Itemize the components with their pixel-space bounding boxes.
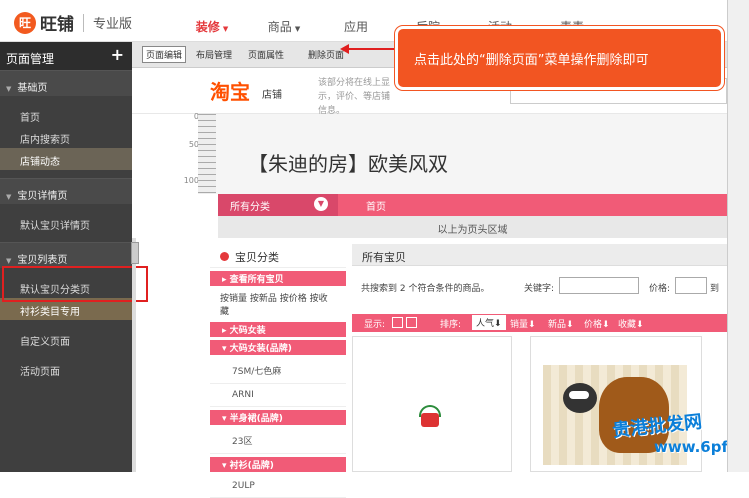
sort-sales[interactable]: 销量⬇ — [510, 317, 536, 330]
taobao-logo: 淘宝 — [210, 80, 250, 104]
edition-label: 专业版 — [93, 17, 133, 32]
items-title: 所有宝贝 — [352, 244, 727, 266]
add-page-button[interactable]: + — [111, 45, 124, 64]
callout-arrow — [346, 48, 398, 50]
view-all-items[interactable]: ▸ 查看所有宝贝 — [210, 271, 346, 286]
collapse-icon: ▼ — [6, 85, 12, 93]
category-bar[interactable]: ▾ 半身裙(品牌) — [210, 410, 346, 425]
sort-bar: 显示: 排序: 人气⬇ 销量⬇ 新品⬇ 价格⬇ 收藏⬇ — [352, 314, 727, 332]
ruler-tick-label: 100 — [183, 176, 199, 185]
list-view-icon[interactable] — [392, 317, 403, 328]
category-sub[interactable]: ARNI — [210, 384, 346, 407]
chevron-down-icon: ▼ — [314, 197, 328, 211]
instruction-callout: 点击此处的“删除页面”菜单操作删除即可 — [395, 26, 724, 90]
scrollbar[interactable] — [727, 0, 749, 472]
price-to-label: 到 — [710, 284, 720, 294]
sidebar-item-activity-page[interactable]: 活动页面 — [0, 358, 132, 380]
sidebar-item-store-search[interactable]: 店内搜索页 — [0, 126, 132, 148]
product-card[interactable] — [352, 336, 512, 472]
grid-view-icon[interactable] — [406, 317, 417, 328]
page-management-sidebar: 页面管理 + ▼ 基础页 首页 店内搜索页 店铺动态 ▼ 宝贝详情页 默认宝贝详情页… — [0, 42, 132, 472]
ruler: 0 50 100 — [132, 112, 216, 194]
all-categories-button[interactable]: 所有分类 ▼ — [218, 194, 338, 216]
sidebar-item-custom-page[interactable]: 自定义页面 — [0, 328, 132, 350]
tab-page-props[interactable]: 页面属性 — [248, 48, 284, 61]
store-nav-bar: 所有分类 ▼ 首页 — [218, 194, 727, 216]
search-summary: 共搜索到 2 个符合条件的商品。 关键字: 价格: 到 — [352, 266, 727, 306]
category-sort-links[interactable]: 按销量 按新品 按价格 按收藏 — [210, 289, 346, 319]
tab-layout[interactable]: 布局管理 — [196, 48, 232, 61]
price-label: 价格: — [649, 284, 671, 294]
group-item-list[interactable]: ▼ 宝贝列表页 — [0, 242, 132, 268]
category-bar[interactable]: ▾ 大码女装(品牌) — [210, 340, 346, 355]
category-bar[interactable]: ▸ 大码女装 — [210, 322, 346, 337]
app-logo[interactable]: 旺 旺铺 专业版 — [14, 10, 132, 35]
result-count: 共搜索到 2 个符合条件的商品。 — [361, 284, 490, 294]
chevron-down-icon: ▼ — [294, 25, 301, 33]
store-desc: 该部分将在线上显示，评价、等店铺信息。 — [318, 78, 391, 116]
delete-page-button[interactable]: 删除页面 — [308, 48, 344, 61]
ruler-strip — [198, 114, 216, 194]
bullet-icon — [220, 252, 229, 261]
chevron-down-icon: ▼ — [222, 25, 229, 33]
group-item-detail[interactable]: ▼ 宝贝详情页 — [0, 178, 132, 204]
collapse-handle[interactable] — [131, 242, 139, 264]
highlight-box — [2, 266, 148, 302]
sidebar-item-default-detail[interactable]: 默认宝贝详情页 — [0, 212, 132, 234]
app-name: 旺铺 — [40, 15, 74, 35]
basket-image — [417, 405, 443, 429]
arrow-icon — [340, 44, 349, 54]
sidebar-title: 页面管理 — [6, 52, 55, 66]
sort-price[interactable]: 价格⬇ — [584, 317, 610, 330]
category-panel: 宝贝分类 ▸ 查看所有宝贝 按销量 按新品 按价格 按收藏 ▸ 大码女装 ▾ 大… — [210, 244, 346, 498]
sidebar-item-home[interactable]: 首页 — [0, 104, 132, 126]
logo-icon: 旺 — [14, 11, 36, 34]
order-label: 排序: — [440, 320, 462, 330]
sort-new[interactable]: 新品⬇ — [548, 317, 574, 330]
nav-decorate[interactable]: 装修 ▼ — [176, 18, 248, 35]
panel-divider — [132, 238, 136, 472]
store-title: 【朱迪的房】欧美风双 — [248, 152, 448, 176]
nav-products[interactable]: 商品 ▼ — [248, 18, 320, 35]
nav-apps[interactable]: 应用 — [320, 18, 392, 35]
taobao-logo-sub: 店铺 — [262, 90, 282, 101]
sidebar-item-store-news[interactable]: 店铺动态 — [0, 148, 132, 170]
category-sub[interactable]: 7SM/七色麻 — [210, 358, 346, 384]
store-home-link[interactable]: 首页 — [366, 198, 386, 213]
category-sub[interactable]: 23区 — [210, 428, 346, 454]
header-area-notice: 以上为页头区域 — [218, 216, 727, 238]
price-min-input[interactable] — [675, 277, 707, 294]
category-title: 宝贝分类 — [210, 244, 346, 268]
sort-favorites[interactable]: 收藏⬇ — [618, 317, 644, 330]
category-bar[interactable]: ▾ 衬衫(品牌) — [210, 457, 346, 472]
logo-divider — [83, 13, 84, 32]
sort-popularity[interactable]: 人气⬇ — [472, 315, 506, 330]
tab-page-edit[interactable]: 页面编辑 — [142, 46, 187, 63]
collapse-icon: ▼ — [6, 257, 12, 265]
store-banner: 0 50 100 【朱迪的房】欧美风双 — [132, 112, 727, 194]
keyword-input[interactable] — [559, 277, 639, 294]
keyword-label: 关键字: — [524, 284, 555, 294]
sidebar-header: 页面管理 + — [0, 42, 132, 70]
category-sub[interactable]: 2ULP — [210, 475, 346, 498]
collapse-icon: ▼ — [6, 193, 12, 201]
display-label: 显示: — [364, 320, 386, 330]
group-basic[interactable]: ▼ 基础页 — [0, 70, 132, 96]
